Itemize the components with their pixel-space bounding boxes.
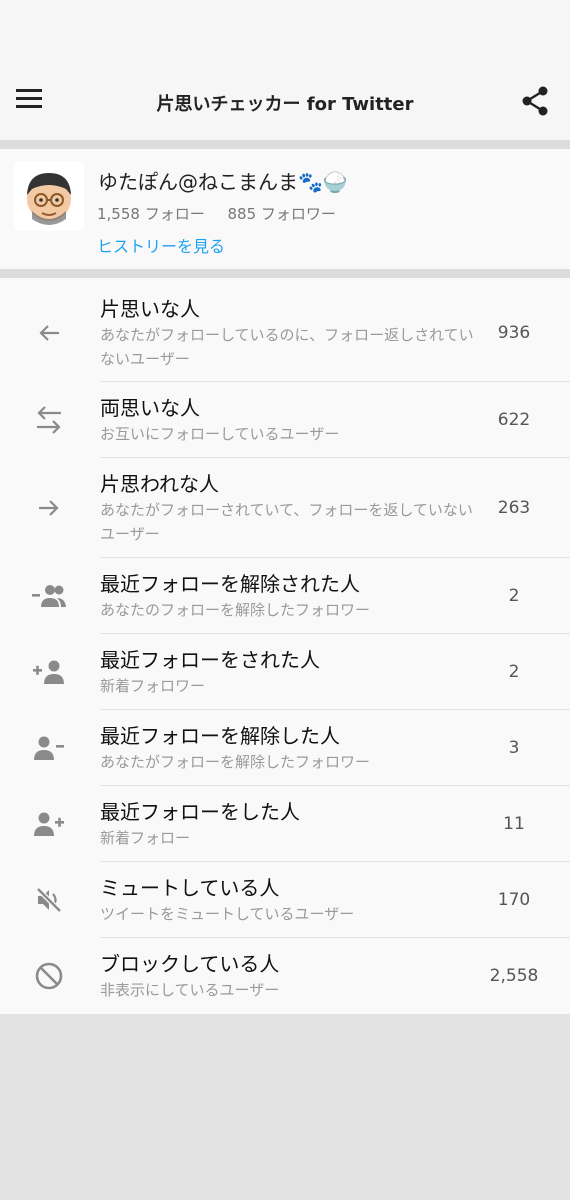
- divider: [0, 140, 570, 149]
- arrow-left-icon: [0, 284, 100, 382]
- list-item-body: 最近フォローを解除された人あなたのフォローを解除したフォロワー 2: [100, 558, 570, 634]
- list-item-texts: ミュートしている人ツイートをミュートしているユーザー: [100, 874, 474, 926]
- empty-area: [0, 1014, 570, 1200]
- swap-arrows-icon: [0, 382, 100, 458]
- list-item-texts: 最近フォローをされた人新着フォロワー: [100, 646, 474, 698]
- list-item-description: 新着フォロワー: [100, 676, 206, 695]
- list-item-body: 最近フォローを解除した人あなたがフォローを解除したフォロワー 3: [100, 710, 570, 786]
- history-link[interactable]: ヒストリーを見る: [97, 233, 225, 257]
- mute-icon: [0, 862, 100, 938]
- list-item-body: 片思われな人あなたがフォローされていて、フォローを返していないユーザー 263: [100, 458, 570, 558]
- person-remove-icon: [0, 710, 100, 786]
- list-item-count: 11: [503, 813, 525, 834]
- list-item-body: 両思いな人お互いにフォローしているユーザー 622: [100, 382, 570, 458]
- list-item-description: あなたがフォローを解除したフォロワー: [100, 752, 371, 771]
- list-item-body: ブロックしている人非表示にしているユーザー 2,558: [100, 938, 570, 1014]
- list-item-label: ブロックしている人: [100, 952, 280, 976]
- list-item-body: 最近フォローをされた人新着フォロワー 2: [100, 634, 570, 710]
- list-item-count: 3: [508, 737, 520, 758]
- arrow-right-icon: [0, 458, 100, 558]
- list-item-label: 最近フォローを解除した人: [100, 723, 340, 748]
- list-item[interactable]: 最近フォローをされた人新着フォロワー 2: [0, 634, 570, 710]
- avatar[interactable]: [14, 161, 84, 231]
- list-item[interactable]: 最近フォローを解除された人あなたのフォローを解除したフォロワー 2: [0, 558, 570, 634]
- list-item-label: 最近フォローをされた人: [100, 647, 320, 672]
- person-add-icon: [0, 786, 100, 862]
- list-item-body: 最近フォローをした人新着フォロー 11: [100, 786, 570, 862]
- list-item-texts: 片思いな人あなたがフォローしているのに、フォロー返しされていないユーザー: [100, 295, 474, 371]
- list-item[interactable]: 片思われな人あなたがフォローされていて、フォローを返していないユーザー 263: [0, 458, 570, 558]
- list-item-label: 最近フォローを解除された人: [100, 571, 360, 596]
- block-icon: [0, 938, 100, 1014]
- list-item-count: 936: [497, 322, 531, 343]
- person-add-left-icon: [0, 634, 100, 710]
- list-item-count: 263: [497, 497, 531, 518]
- list-item[interactable]: 最近フォローをした人新着フォロー 11: [0, 786, 570, 862]
- list-item-texts: ブロックしている人非表示にしているユーザー: [100, 950, 474, 1002]
- list-item-count: 2: [508, 585, 520, 606]
- profile-stats: 1,558 フォロー 885 フォロワー: [97, 203, 354, 224]
- list-item-texts: 片思われな人あなたがフォローされていて、フォローを返していないユーザー: [100, 470, 474, 546]
- list-item-description: あなたがフォローされていて、フォローを返していないユーザー: [100, 500, 473, 543]
- app-title: 片思いチェッカー for Twitter: [156, 94, 414, 115]
- profile-name: ゆたぽん@ねこまんま🐾🍚: [98, 170, 348, 194]
- list-item-label: ミュートしている人: [100, 875, 280, 900]
- list-item-label: 両思いな人: [100, 395, 200, 420]
- list-item-description: あなたのフォローを解除したフォロワー: [100, 600, 371, 619]
- group-remove-icon: [0, 558, 100, 634]
- list-item-label: 片思いな人: [100, 296, 200, 321]
- list-item-count: 2,558: [489, 966, 539, 986]
- list-item-count: 170: [497, 889, 531, 910]
- list-item-texts: 両思いな人お互いにフォローしているユーザー: [100, 394, 474, 446]
- share-icon[interactable]: [522, 86, 548, 116]
- list-item-count: 2: [508, 661, 520, 682]
- following-count: 1,558 フォロー: [97, 205, 205, 223]
- divider: [0, 269, 570, 278]
- list-item-texts: 最近フォローをした人新着フォロー: [100, 798, 474, 850]
- list-item[interactable]: 片思いな人あなたがフォローしているのに、フォロー返しされていないユーザー 936: [0, 284, 570, 382]
- profile-card: ゆたぽん@ねこまんま🐾🍚 1,558 フォロー 885 フォロワー ヒストリーを…: [0, 149, 570, 269]
- status-bar: [0, 0, 570, 62]
- app-bar: 片思いチェッカー for Twitter: [0, 62, 570, 140]
- list-item-label: 最近フォローをした人: [100, 799, 300, 824]
- list-item-description: ツイートをミュートしているユーザー: [100, 904, 355, 923]
- list-item-texts: 最近フォローを解除した人あなたがフォローを解除したフォロワー: [100, 722, 474, 774]
- list-item[interactable]: ミュートしている人ツイートをミュートしているユーザー 170: [0, 862, 570, 938]
- list-item-description: お互いにフォローしているユーザー: [100, 424, 340, 443]
- list-item-description: 非表示にしているユーザー: [100, 981, 280, 999]
- list-item-label: 片思われな人: [100, 471, 219, 496]
- list-item-body: 片思いな人あなたがフォローしているのに、フォロー返しされていないユーザー 936: [100, 284, 570, 382]
- list-item-count: 622: [497, 409, 531, 430]
- list-item-description: 新着フォロー: [100, 828, 191, 847]
- followers-count: 885 フォロワー: [227, 205, 336, 223]
- list-item-body: ミュートしている人ツイートをミュートしているユーザー 170: [100, 862, 570, 938]
- list-item-texts: 最近フォローを解除された人あなたのフォローを解除したフォロワー: [100, 570, 474, 622]
- list-item[interactable]: 両思いな人お互いにフォローしているユーザー 622: [0, 382, 570, 458]
- list-item[interactable]: 最近フォローを解除した人あなたがフォローを解除したフォロワー 3: [0, 710, 570, 786]
- list-item-description: あなたがフォローしているのに、フォロー返しされていないユーザー: [100, 325, 474, 368]
- list-item[interactable]: ブロックしている人非表示にしているユーザー 2,558: [0, 938, 570, 1014]
- menu-list: 片思いな人あなたがフォローしているのに、フォロー返しされていないユーザー 936 両…: [0, 278, 570, 1014]
